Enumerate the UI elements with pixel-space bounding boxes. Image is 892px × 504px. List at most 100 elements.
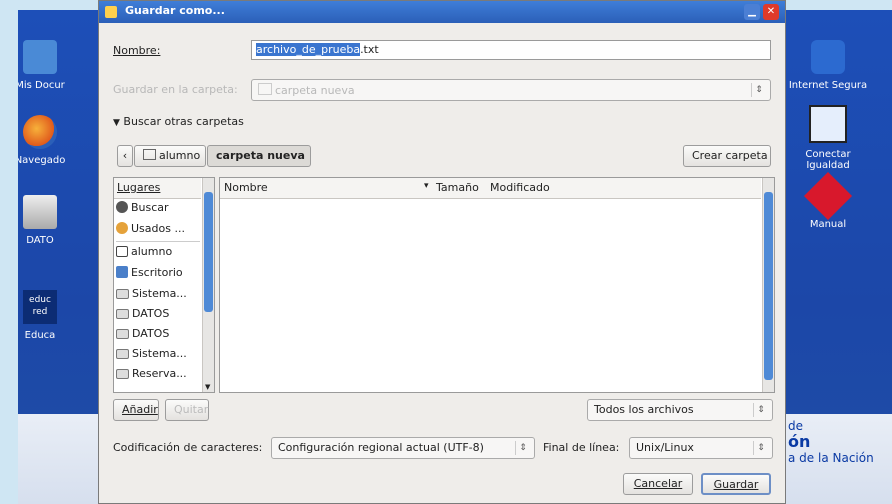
places-header-label: Lugares [117, 181, 161, 194]
close-icon: ✕ [766, 6, 776, 17]
file-filter-select[interactable]: Todos los archivos ⇕ [587, 399, 773, 421]
place-label: Sistema... [132, 347, 187, 360]
save-as-dialog: Guardar como... ▁ ✕ Nombre: archivo_de_p… [98, 0, 786, 504]
place-item-sistema-1[interactable]: Sistema... [116, 284, 187, 304]
combo-arrows-icon: ⇕ [751, 83, 766, 97]
place-item-buscar[interactable]: Buscar [116, 198, 169, 218]
place-item-escritorio[interactable]: Escritorio [116, 263, 183, 283]
desktop-icon-browser[interactable]: Navegado [18, 115, 80, 166]
files-header: Nombre ▾ Tamaño Modificado [220, 178, 761, 199]
drive-icon [116, 329, 129, 339]
add-place-label: Añadir [122, 403, 158, 416]
drive-icon [116, 369, 129, 379]
place-label: Escritorio [131, 266, 183, 279]
home-folder-icon [116, 246, 128, 257]
create-folder-button[interactable]: Crear carpeta [683, 145, 771, 167]
search-icon [116, 201, 128, 213]
desktop-icon-conectar-igualdad[interactable]: Conectar Igualdad [788, 105, 868, 171]
column-name-header[interactable]: Nombre [224, 181, 268, 194]
line-end-value: Unix/Linux [636, 441, 694, 454]
sort-descending-icon: ▾ [424, 181, 429, 191]
cancel-label: Cancelar [633, 477, 683, 490]
minimize-icon: ▁ [748, 6, 756, 17]
column-size-header[interactable]: Tamaño [436, 181, 479, 194]
scrollbar-thumb[interactable] [764, 192, 773, 380]
chevron-left-icon: ‹ [122, 149, 128, 162]
shield-user-icon [811, 40, 845, 74]
drive-icon [116, 349, 129, 359]
create-folder-label: Crear carpeta [692, 149, 768, 162]
filename-selected-text: archivo_de_prueba [256, 43, 361, 56]
place-item-recent[interactable]: Usados ... [116, 219, 185, 239]
app-icon [105, 6, 117, 18]
encoding-select[interactable]: Configuración regional actual (UTF-8) ⇕ [271, 437, 535, 459]
educ-logo-icon: educ red [23, 290, 57, 324]
desktop-icon-label: Educa [24, 330, 56, 341]
folder-icon [23, 40, 57, 74]
drive-icon [116, 289, 129, 299]
place-label: Sistema... [132, 287, 187, 300]
encoding-value: Configuración regional actual (UTF-8) [278, 441, 484, 454]
place-label: DATOS [132, 307, 170, 320]
line-end-select[interactable]: Unix/Linux ⇕ [629, 437, 773, 459]
add-place-button[interactable]: Añadir [113, 399, 159, 421]
desktop-icon-educa[interactable]: educ red Educa [18, 290, 80, 341]
place-item-alumno[interactable]: alumno [116, 242, 172, 262]
filename-extension: .txt [360, 43, 379, 56]
place-item-datos-1[interactable]: DATOS [116, 304, 169, 324]
encoding-label: Codificación de caracteres: [113, 441, 263, 454]
desktop-icon-internet-segura[interactable]: Internet Segura [788, 40, 868, 91]
path-back-button[interactable]: ‹ [117, 145, 133, 167]
drive-icon [116, 309, 129, 319]
file-list[interactable] [220, 199, 761, 392]
monitor-icon [809, 105, 847, 143]
desktop-icon-label: Mis Docur [18, 80, 65, 91]
dialog-title: Guardar como... [125, 4, 225, 17]
place-item-sistema-2[interactable]: Sistema... [116, 344, 187, 364]
combo-arrows-icon: ⇕ [753, 441, 768, 455]
save-in-folder-select[interactable]: carpeta nueva ⇕ [251, 79, 771, 101]
places-panel: Lugares Buscar Usados ... alumno Escrito… [113, 177, 215, 393]
minimize-button[interactable]: ▁ [744, 4, 760, 20]
desktop-icon-label: Conectar Igualdad [805, 149, 851, 171]
path-button-alumno[interactable]: alumno [134, 145, 206, 167]
save-in-folder-value: carpeta nueva [275, 84, 355, 97]
place-label: alumno [131, 245, 173, 258]
desktop-icon-label: DATO [26, 235, 54, 246]
desktop-icon-datos[interactable]: DATO [18, 195, 80, 246]
remove-place-button[interactable]: Quitar [165, 399, 209, 421]
filename-input[interactable]: archivo_de_prueba.txt [251, 40, 771, 60]
desktop-icon-documents[interactable]: Mis Docur [18, 40, 80, 91]
title-bar[interactable]: Guardar como... ▁ ✕ [99, 1, 785, 23]
wallpaper-text-line: a de la Nación [788, 451, 874, 465]
files-scrollbar[interactable] [762, 178, 774, 392]
combo-arrows-icon: ⇕ [753, 403, 768, 417]
diamond-icon [803, 171, 853, 221]
place-label: Buscar [131, 201, 169, 214]
save-button[interactable]: Guardar [701, 473, 771, 495]
place-label: Usados ... [131, 222, 185, 235]
wallpaper-text-line: ón [788, 432, 811, 451]
close-button[interactable]: ✕ [763, 4, 779, 20]
files-panel: Nombre ▾ Tamaño Modificado [219, 177, 775, 393]
place-item-datos-2[interactable]: DATOS [116, 324, 169, 344]
desktop-icon-manual[interactable]: Manual [788, 171, 868, 230]
scroll-down-icon: ▼ [205, 383, 211, 391]
wallpaper-text: de ón a de la Nación [788, 418, 874, 466]
browse-folders-label: Buscar otras carpetas [123, 115, 244, 128]
places-scrollbar[interactable]: ▼ [202, 178, 214, 392]
desktop-icon-label: Navegado [18, 155, 66, 166]
path-button-carpeta-nueva[interactable]: carpeta nueva [207, 145, 311, 167]
desktop-icon-label: Internet Segura [788, 80, 868, 91]
combo-arrows-icon: ⇕ [515, 441, 530, 455]
place-item-reserva[interactable]: Reserva... [116, 364, 187, 384]
scrollbar-thumb[interactable] [204, 192, 213, 312]
places-header[interactable]: Lugares [114, 178, 201, 199]
drive-icon [23, 195, 57, 229]
firefox-icon [23, 115, 57, 149]
name-label-text: Nombre: [113, 44, 161, 57]
column-modified-header[interactable]: Modificado [490, 181, 550, 194]
browse-folders-expander[interactable]: ▼ Buscar otras carpetas [113, 115, 244, 128]
remove-place-label: Quitar [174, 403, 209, 416]
cancel-button[interactable]: Cancelar [623, 473, 693, 495]
